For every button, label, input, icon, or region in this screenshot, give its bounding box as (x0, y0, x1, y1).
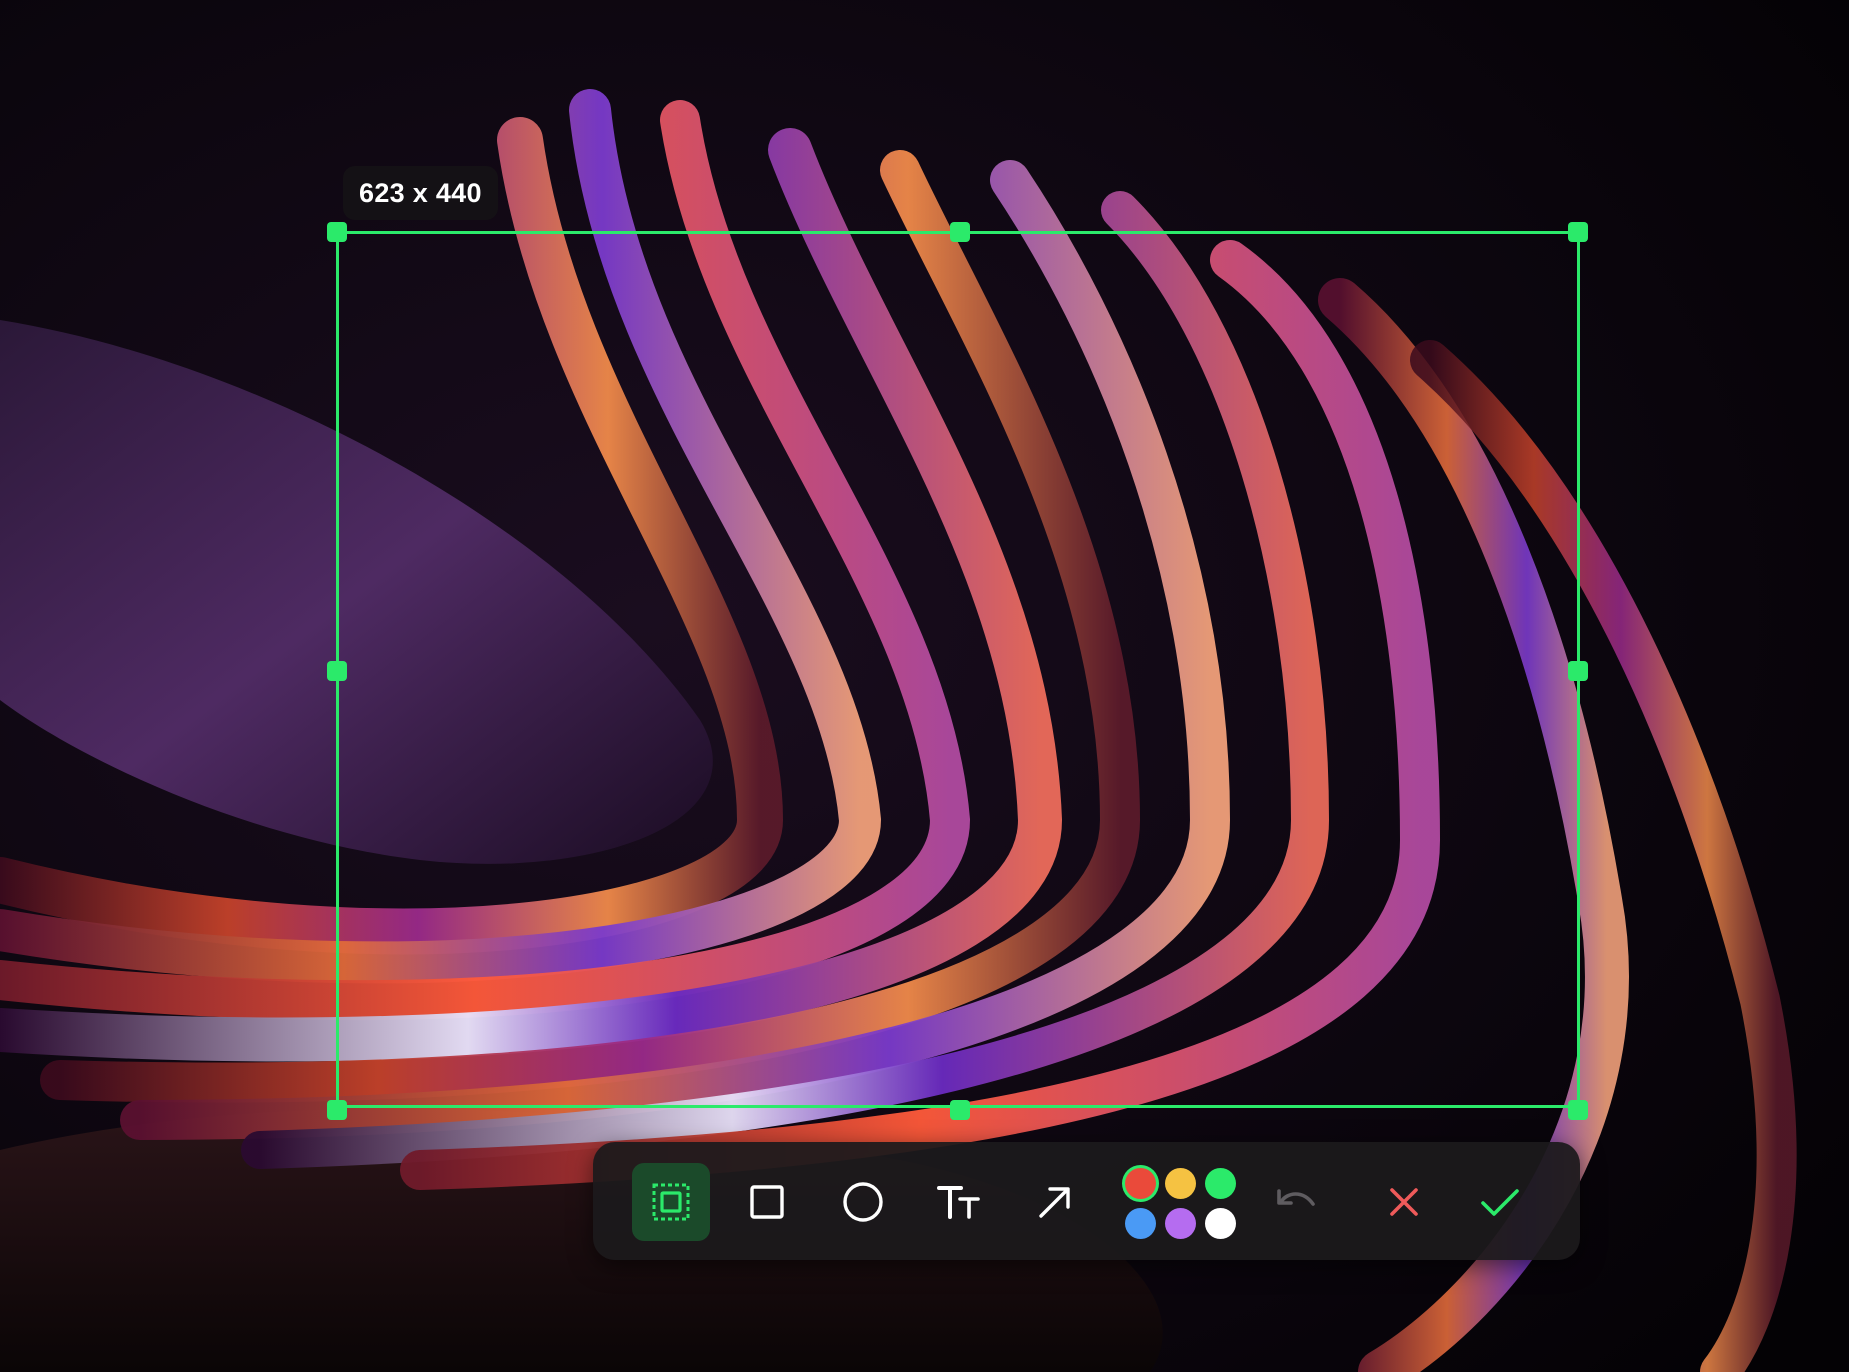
ellipse-tool-button[interactable] (824, 1163, 902, 1241)
resize-handle-top-right[interactable] (1568, 222, 1588, 242)
resize-handle-top[interactable] (950, 222, 970, 242)
color-swatch-green[interactable] (1205, 1168, 1236, 1199)
select-region-button[interactable] (632, 1163, 710, 1241)
select-region-icon (652, 1183, 690, 1221)
rectangle-icon (750, 1185, 784, 1219)
screen-capture-overlay: 623 x 440 (0, 0, 1849, 1372)
resize-handle-bottom-right[interactable] (1568, 1100, 1588, 1120)
text-tool-button[interactable] (920, 1163, 998, 1241)
resize-handle-top-left[interactable] (327, 222, 347, 242)
undo-button[interactable] (1257, 1163, 1335, 1241)
resize-handle-bottom-left[interactable] (327, 1100, 347, 1120)
close-icon (1390, 1188, 1418, 1216)
resize-handle-right[interactable] (1568, 661, 1588, 681)
selection-size-label: 623 x 440 (343, 166, 498, 220)
resize-handle-left[interactable] (327, 661, 347, 681)
rectangle-tool-button[interactable] (728, 1163, 806, 1241)
color-swatch-yellow[interactable] (1165, 1168, 1196, 1199)
color-swatch-purple[interactable] (1165, 1208, 1196, 1239)
resize-handle-bottom[interactable] (950, 1100, 970, 1120)
color-swatch-blue[interactable] (1125, 1208, 1156, 1239)
arrow-tool-button[interactable] (1016, 1163, 1094, 1241)
color-swatch-red[interactable] (1125, 1168, 1156, 1199)
annotation-toolbar (593, 1142, 1580, 1260)
arrow-icon (1039, 1187, 1070, 1218)
cancel-button[interactable] (1365, 1163, 1443, 1241)
color-swatch-white[interactable] (1205, 1208, 1236, 1239)
circle-icon (843, 1182, 883, 1222)
check-icon (1481, 1189, 1519, 1216)
text-icon (937, 1186, 980, 1219)
confirm-button[interactable] (1461, 1163, 1539, 1241)
undo-icon (1277, 1189, 1315, 1206)
selection-rectangle[interactable] (327, 222, 1588, 1120)
